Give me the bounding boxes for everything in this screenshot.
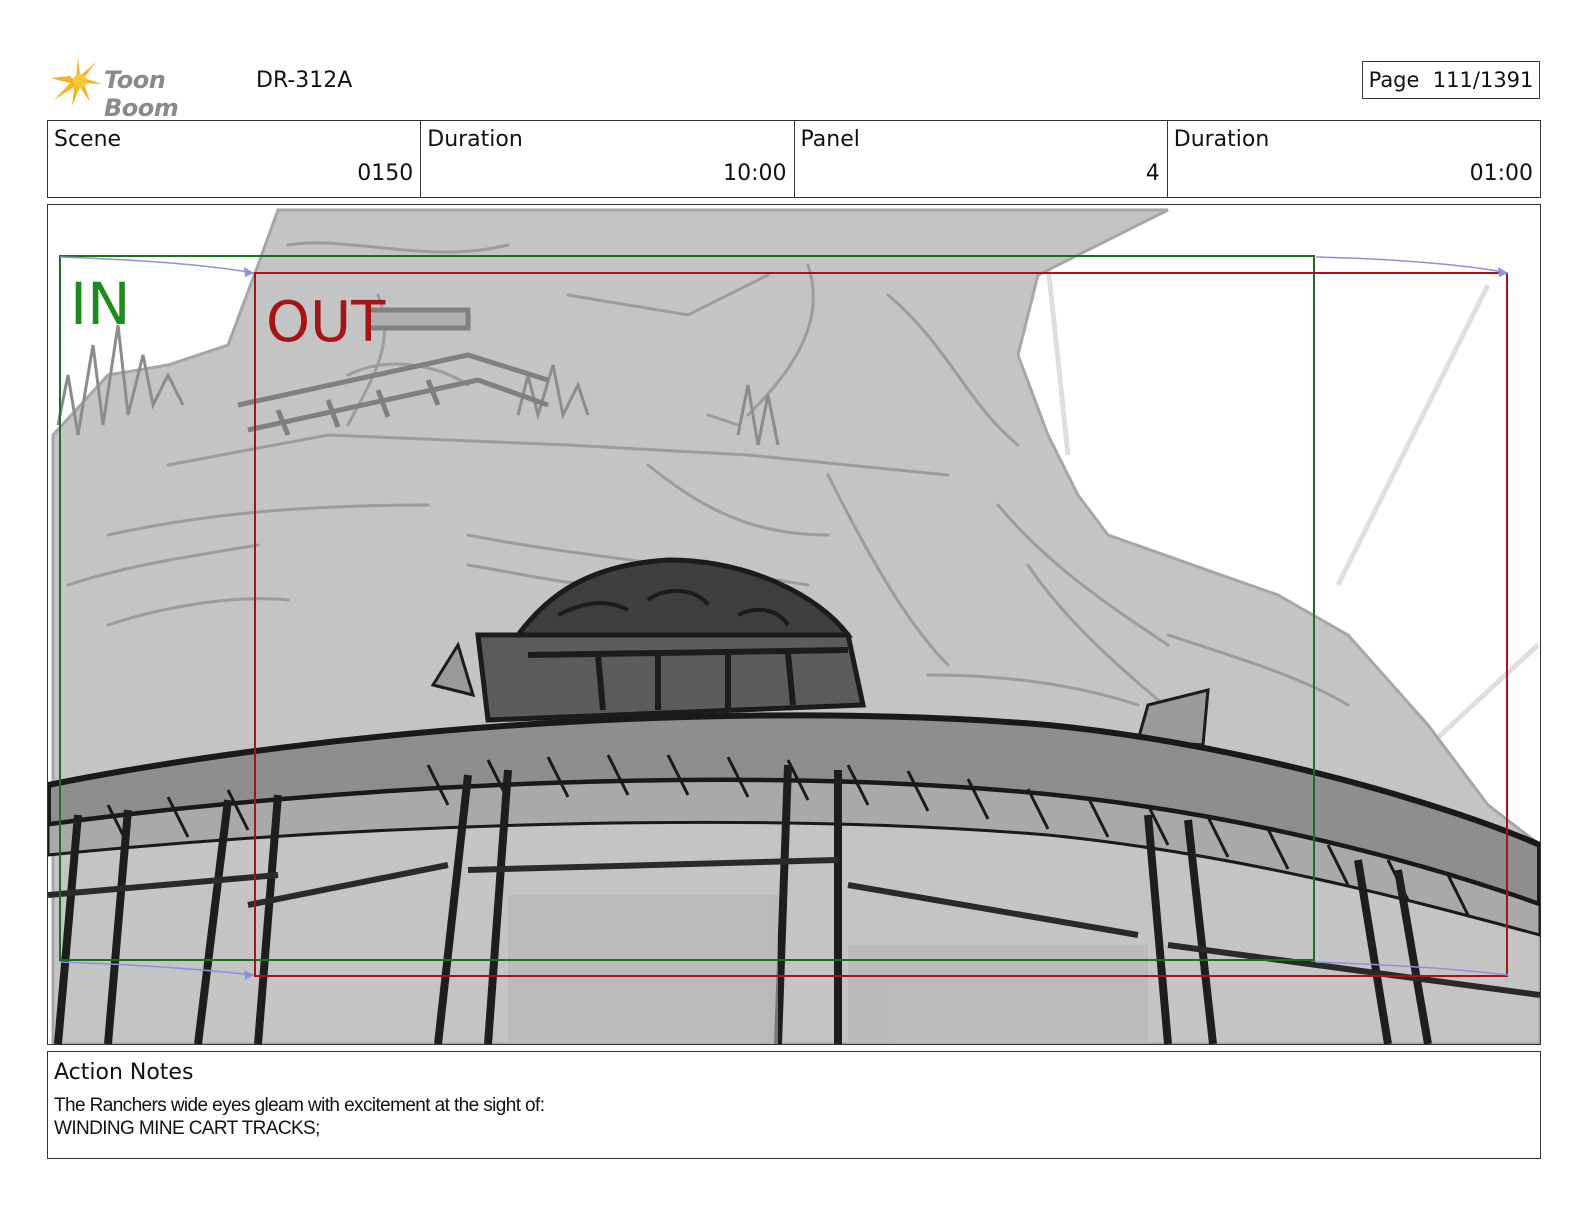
panel-value: 4 bbox=[1145, 161, 1160, 186]
out-frame bbox=[254, 272, 1508, 977]
scene-duration-value: 10:00 bbox=[723, 161, 787, 186]
action-notes: Action Notes The Ranchers wide eyes glea… bbox=[47, 1051, 1541, 1159]
toon-boom-logo: Toon Boom bbox=[50, 56, 240, 122]
action-notes-title: Action Notes bbox=[54, 1060, 194, 1085]
in-label: IN bbox=[70, 270, 131, 338]
scene-value: 0150 bbox=[357, 161, 414, 186]
logo-text: Toon Boom bbox=[104, 66, 179, 122]
storyboard-panel: IN OUT bbox=[47, 204, 1541, 1045]
panel-label: Panel bbox=[800, 127, 860, 152]
panel-cell: Panel 4 bbox=[795, 121, 1168, 197]
scene-duration-cell: Duration 10:00 bbox=[421, 121, 795, 197]
production-code: DR-312A bbox=[256, 68, 353, 93]
scene-cell: Scene 0150 bbox=[48, 121, 422, 197]
starburst-logo-icon bbox=[50, 56, 102, 106]
info-bar: Scene 0150 Duration 10:00 Panel 4 Durati… bbox=[47, 120, 1541, 198]
page-indicator: Page 111/1391 bbox=[1362, 61, 1540, 99]
panel-duration-label: Duration bbox=[1173, 127, 1270, 152]
page-number: 111/1391 bbox=[1432, 68, 1534, 92]
scene-duration-label: Duration bbox=[427, 127, 523, 152]
panel-duration-cell: Duration 01:00 bbox=[1168, 121, 1540, 197]
out-label: OUT bbox=[266, 290, 386, 355]
panel-duration-value: 01:00 bbox=[1469, 161, 1533, 186]
page-label: Page bbox=[1368, 68, 1420, 92]
scene-label: Scene bbox=[54, 127, 122, 152]
action-notes-text: The Ranchers wide eyes gleam with excite… bbox=[54, 1095, 545, 1139]
